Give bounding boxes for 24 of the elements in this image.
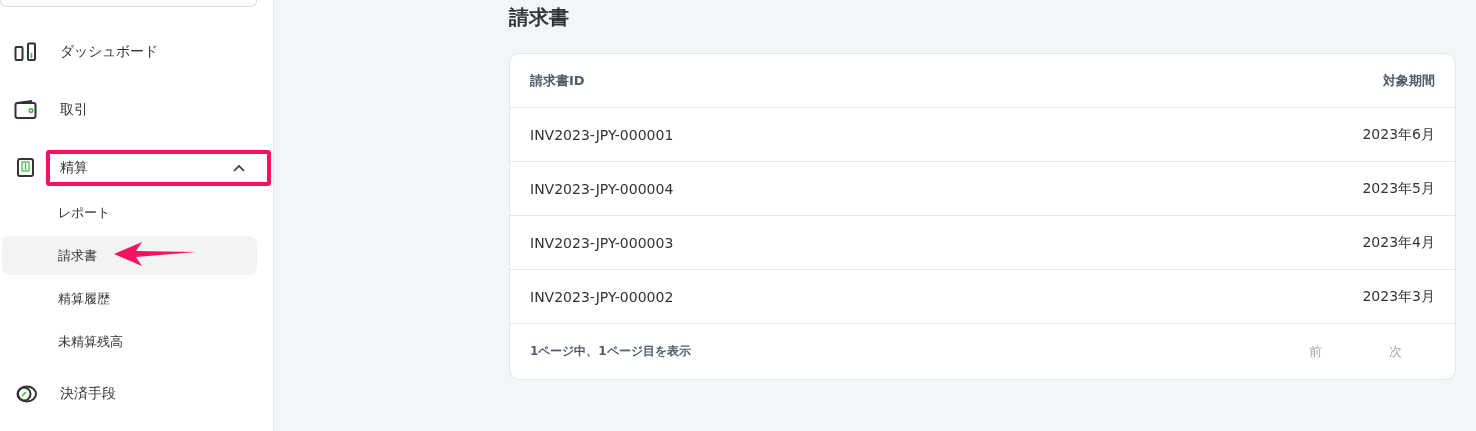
nav-link[interactable]: ダッシュボード	[60, 43, 158, 61]
table-cell: 2023年6月	[1362, 125, 1435, 144]
table-cell: INV2023-JPY-000001	[530, 126, 674, 143]
wallet-icon	[14, 100, 38, 120]
table-cell: 2023年3月	[1362, 287, 1435, 306]
nav-group-toggle[interactable]: 精算	[46, 150, 271, 186]
column-header: 請求書ID	[530, 71, 585, 90]
nav-link[interactable]: 取引	[60, 101, 88, 119]
pagination-summary: 1ページ中、1ページ目を表示	[530, 343, 691, 360]
page-title: 請求書	[509, 4, 570, 31]
nav-link[interactable]: 決済手段	[60, 385, 116, 403]
nav-subitem[interactable]: 未精算残高	[2, 322, 257, 361]
nav-subitem[interactable]: レポート	[2, 193, 257, 232]
chart-icon	[14, 42, 38, 62]
nav-subitem[interactable]: 請求書	[2, 236, 257, 275]
nav-subitem[interactable]: 精算履歴	[2, 279, 257, 318]
table-cell: INV2023-JPY-000003	[530, 234, 674, 251]
column-header: 対象期間	[1383, 71, 1435, 90]
coins-icon	[14, 384, 38, 404]
table-cell: 2023年5月	[1362, 179, 1435, 198]
table-cell: 2023年4月	[1362, 233, 1435, 252]
table-cell: INV2023-JPY-000004	[530, 180, 674, 197]
table-cell: INV2023-JPY-000002	[530, 288, 674, 305]
chevron-icon	[233, 164, 245, 172]
